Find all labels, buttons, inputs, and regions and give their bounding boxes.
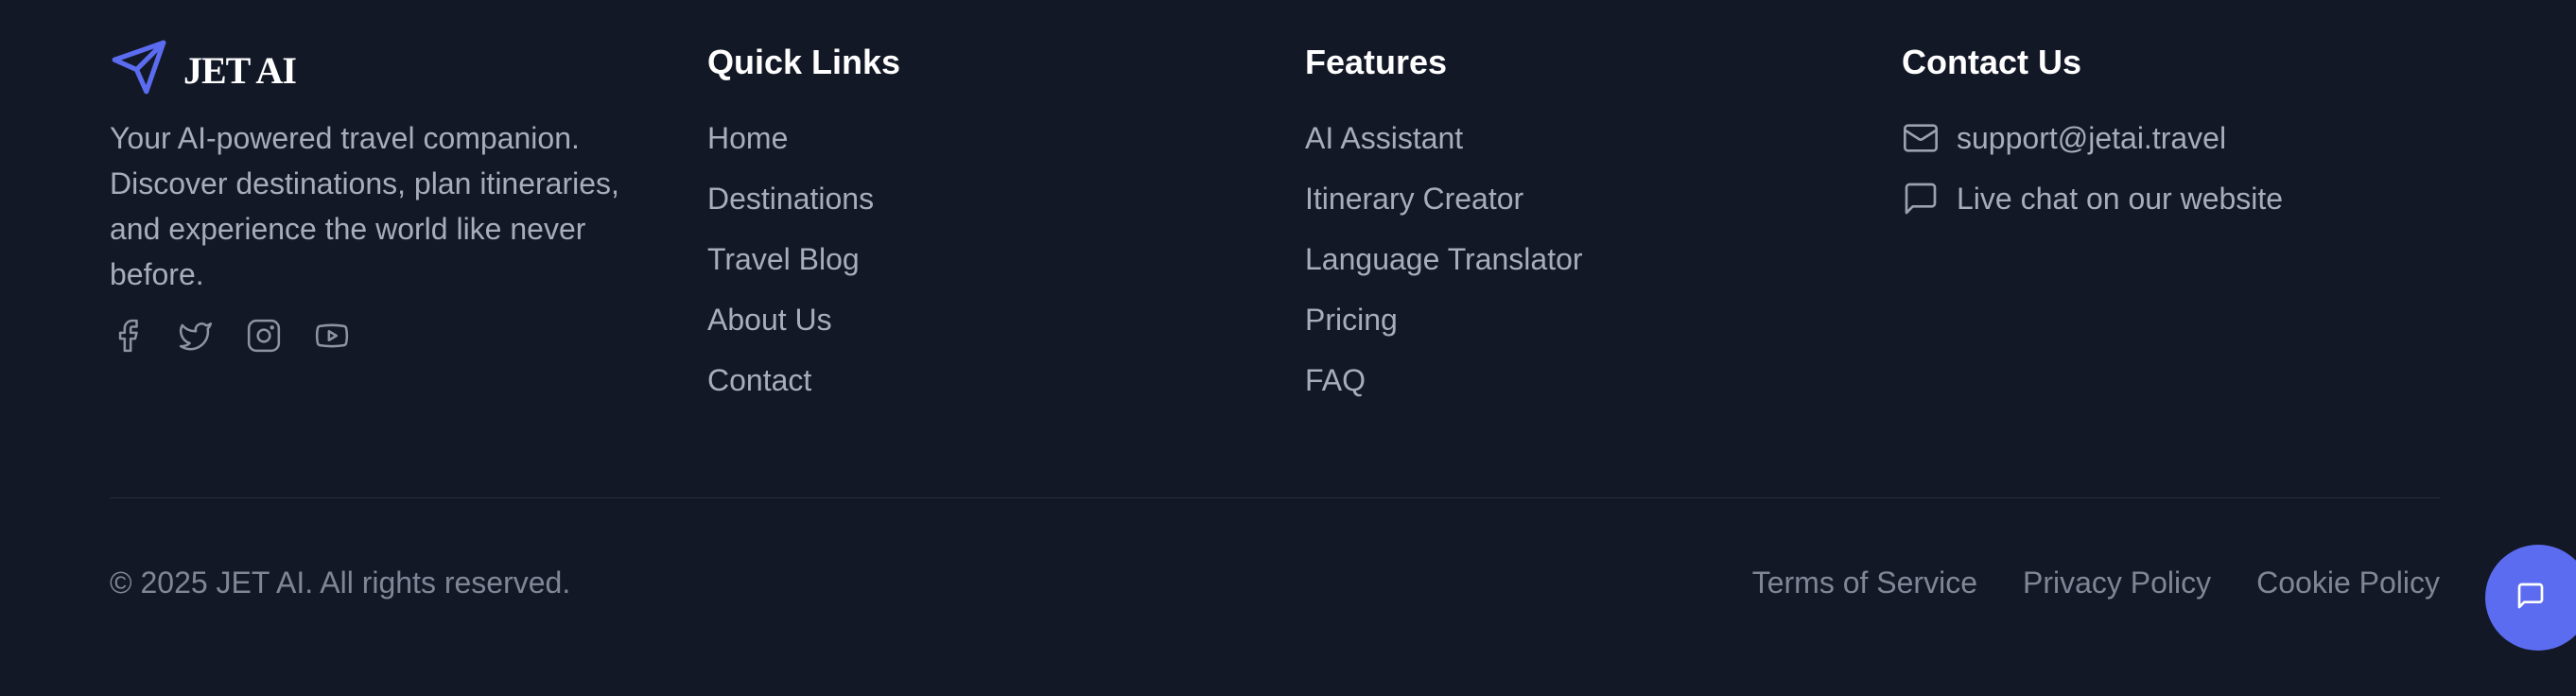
list-item: AI Assistant — [1305, 119, 1583, 157]
footer-divider — [110, 497, 2440, 498]
link-contact[interactable]: Contact — [707, 363, 811, 397]
list-item: FAQ — [1305, 361, 1583, 399]
contact-heading: Contact Us — [1902, 43, 2082, 81]
logo[interactable]: JET AI — [110, 38, 658, 96]
features-list: AI Assistant Itinerary Creator Language … — [1305, 119, 1583, 399]
list-item: Destinations — [707, 180, 900, 218]
contact-list: support@jetai.travel Live chat on our we… — [1902, 119, 2283, 218]
quick-links-heading: Quick Links — [707, 43, 901, 81]
link-pricing[interactable]: Pricing — [1305, 303, 1398, 337]
link-faq[interactable]: FAQ — [1305, 363, 1366, 397]
facebook-icon[interactable] — [110, 318, 146, 354]
copyright-text: © 2025 JET AI. All rights reserved. — [110, 566, 571, 600]
brand-name: JET AI — [183, 48, 297, 92]
quick-links-column: Quick Links Home Destinations Travel Blo… — [707, 40, 900, 422]
brand-tagline: Your AI-powered travel companion. Discov… — [110, 121, 619, 291]
link-home[interactable]: Home — [707, 121, 788, 155]
chat-bubble-icon — [2517, 581, 2553, 616]
social-links — [110, 318, 658, 354]
link-cookie-policy[interactable]: Cookie Policy — [2256, 564, 2440, 601]
paper-plane-icon — [110, 38, 168, 96]
link-privacy-policy[interactable]: Privacy Policy — [2023, 564, 2211, 601]
link-destinations[interactable]: Destinations — [707, 182, 874, 216]
twitter-icon[interactable] — [178, 318, 214, 354]
features-heading: Features — [1305, 43, 1448, 81]
link-about-us[interactable]: About Us — [707, 303, 832, 337]
message-square-icon — [1902, 180, 1940, 218]
list-item: Contact — [707, 361, 900, 399]
link-terms-of-service[interactable]: Terms of Service — [1752, 564, 1977, 601]
link-language-translator[interactable]: Language Translator — [1305, 242, 1583, 276]
chat-button[interactable] — [2485, 545, 2576, 651]
instagram-icon[interactable] — [246, 318, 282, 354]
list-item: Pricing — [1305, 301, 1583, 339]
quick-links-list: Home Destinations Travel Blog About Us C… — [707, 119, 900, 399]
list-item: About Us — [707, 301, 900, 339]
link-travel-blog[interactable]: Travel Blog — [707, 242, 860, 276]
link-ai-assistant[interactable]: AI Assistant — [1305, 121, 1463, 155]
link-itinerary-creator[interactable]: Itinerary Creator — [1305, 182, 1523, 216]
list-item: Travel Blog — [707, 240, 900, 278]
youtube-icon[interactable] — [314, 318, 350, 354]
mail-icon — [1902, 119, 1940, 157]
contact-email-item[interactable]: support@jetai.travel — [1902, 119, 2283, 157]
brand-column: JET AI Your AI-powered travel companion.… — [110, 38, 658, 354]
list-item: Itinerary Creator — [1305, 180, 1583, 218]
list-item: Home — [707, 119, 900, 157]
contact-chat[interactable]: Live chat on our website — [1957, 180, 2283, 218]
list-item: Language Translator — [1305, 240, 1583, 278]
contact-email[interactable]: support@jetai.travel — [1957, 119, 2226, 157]
features-column: Features AI Assistant Itinerary Creator … — [1305, 40, 1583, 422]
legal-links: Terms of Service Privacy Policy Cookie P… — [1752, 564, 2440, 601]
contact-chat-item[interactable]: Live chat on our website — [1902, 180, 2283, 218]
site-footer: JET AI Your AI-powered travel companion.… — [0, 0, 2576, 696]
contact-column: Contact Us support@jetai.travel Live cha… — [1902, 40, 2283, 240]
